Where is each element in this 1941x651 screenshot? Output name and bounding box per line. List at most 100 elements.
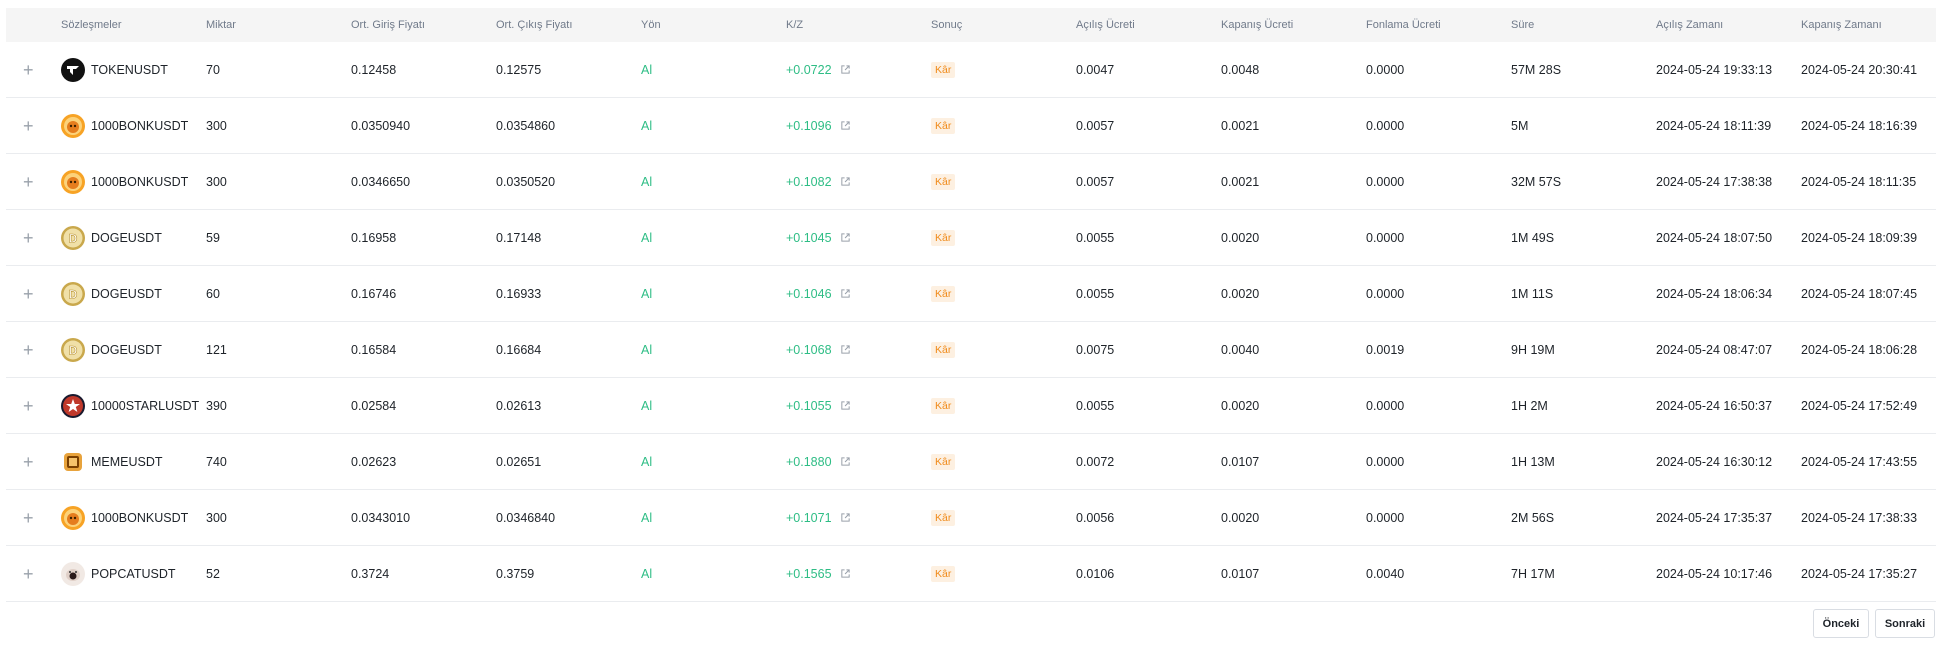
expand-row-button[interactable]: + (6, 509, 61, 527)
external-link-icon[interactable] (840, 456, 851, 467)
pnl-cell: +0.1096 (786, 119, 931, 133)
open-fee-cell: 0.0055 (1076, 286, 1115, 301)
side-cell: Al (641, 62, 653, 77)
side-cell: Al (641, 510, 653, 525)
column-header-funding-fee: Fonlama Ücreti (1366, 19, 1441, 31)
previous-page-button[interactable]: Önceki (1813, 609, 1869, 638)
duration-cell: 2M 56S (1511, 510, 1555, 525)
contract-symbol: 10000STARLUSDT (91, 398, 200, 413)
table-row[interactable]: + MEMEUSDT 740 0.02623 0.02651 Al +0.188… (6, 434, 1936, 490)
duration-cell: 1M 11S (1511, 286, 1554, 301)
external-link-icon[interactable] (840, 232, 851, 243)
open-fee-cell: 0.0055 (1076, 230, 1115, 245)
result-cell: Kâr (931, 453, 1076, 470)
external-link-icon[interactable] (840, 120, 851, 131)
external-link-icon[interactable] (840, 288, 851, 299)
pagination: Önceki Sonraki (1813, 609, 1935, 638)
side-cell: Al (641, 174, 653, 189)
result-cell: Kâr (931, 61, 1076, 78)
doge-coin-icon: D (61, 281, 85, 306)
table-row[interactable]: + 1000BONKUSDT 300 0.0346650 0.0350520 A… (6, 154, 1936, 210)
column-header-open-time: Açılış Zamanı (1656, 19, 1724, 31)
open-fee-cell: 0.0106 (1076, 566, 1115, 581)
result-cell: Kâr (931, 117, 1076, 134)
avg-exit-price-cell: 0.17148 (496, 230, 542, 245)
expand-row-button[interactable]: + (6, 341, 61, 359)
doge-coin-icon: D (61, 337, 85, 362)
pnl-cell: +0.1880 (786, 455, 931, 469)
profit-badge: Kâr (931, 117, 956, 134)
expand-row-button[interactable]: + (6, 117, 61, 135)
svg-text:D: D (69, 343, 78, 357)
external-link-icon[interactable] (840, 344, 851, 355)
table-row[interactable]: + 10000STARLUSDT 390 0.02584 0.02613 Al … (6, 378, 1936, 434)
contract-cell: D DOGEUSDT (61, 281, 206, 306)
close-fee-cell: 0.0020 (1221, 230, 1260, 245)
expand-row-button[interactable]: + (6, 565, 61, 583)
result-cell: Kâr (931, 229, 1076, 246)
pnl-value: +0.0722 (786, 62, 832, 77)
bonk-coin-icon (61, 505, 85, 530)
expand-row-button[interactable]: + (6, 61, 61, 79)
column-header-pnl: K/Z (786, 19, 804, 31)
pnl-value: +0.1096 (786, 118, 832, 133)
table-row[interactable]: + 1000BONKUSDT 300 0.0343010 0.0346840 A… (6, 490, 1936, 546)
contract-symbol: 1000BONKUSDT (91, 510, 189, 525)
svg-text:D: D (69, 231, 78, 245)
contract-cell: POPCATUSDT (61, 561, 206, 586)
open-time-cell: 2024-05-24 19:33:13 (1656, 62, 1773, 77)
expand-row-button[interactable]: + (6, 397, 61, 415)
side-cell: Al (641, 230, 653, 245)
table-row[interactable]: + 1000BONKUSDT 300 0.0350940 0.0354860 A… (6, 98, 1936, 154)
column-header-avg-exit-price: Ort. Çıkış Fiyatı (496, 19, 573, 31)
avg-entry-price-cell: 0.16584 (351, 342, 397, 357)
close-time-cell: 2024-05-24 18:16:39 (1801, 118, 1918, 133)
table-row[interactable]: + D DOGEUSDT 121 0.16584 0.16684 Al +0.1… (6, 322, 1936, 378)
trade-history-table: Sözleşmeler Miktar Ort. Giriş Fiyatı Ort. Ç… (6, 8, 1936, 602)
close-fee-cell: 0.0107 (1221, 566, 1260, 581)
profit-badge: Kâr (931, 173, 956, 190)
duration-cell: 1M 49S (1511, 230, 1555, 245)
avg-entry-price-cell: 0.0343010 (351, 510, 411, 525)
bonk-coin-icon (61, 113, 85, 138)
pnl-cell: +0.1565 (786, 567, 931, 581)
close-time-cell: 2024-05-24 17:43:55 (1801, 454, 1918, 469)
profit-badge: Kâr (931, 453, 956, 470)
profit-badge: Kâr (931, 341, 956, 358)
expand-row-button[interactable]: + (6, 285, 61, 303)
close-time-cell: 2024-05-24 18:11:35 (1801, 174, 1917, 189)
expand-row-button[interactable]: + (6, 453, 61, 471)
contract-cell: 1000BONKUSDT (61, 505, 206, 530)
column-header-quantity: Miktar (206, 19, 236, 31)
table-row[interactable]: + POPCATUSDT 52 0.3724 0.3759 Al +0.1565… (6, 546, 1936, 602)
table-header: Sözleşmeler Miktar Ort. Giriş Fiyatı Ort. Ç… (6, 8, 1936, 42)
close-fee-cell: 0.0021 (1221, 174, 1260, 189)
table-row[interactable]: + D DOGEUSDT 59 0.16958 0.17148 Al +0.10… (6, 210, 1936, 266)
close-fee-cell: 0.0048 (1221, 62, 1260, 77)
side-cell: Al (641, 566, 653, 581)
external-link-icon[interactable] (840, 400, 851, 411)
contract-cell: 1000BONKUSDT (61, 113, 206, 138)
pnl-cell: +0.0722 (786, 63, 931, 77)
table-row[interactable]: + D DOGEUSDT 60 0.16746 0.16933 Al +0.10… (6, 266, 1936, 322)
close-time-cell: 2024-05-24 20:30:41 (1801, 62, 1918, 77)
open-time-cell: 2024-05-24 18:07:50 (1656, 230, 1773, 245)
external-link-icon[interactable] (840, 64, 851, 75)
column-header-side: Yön (641, 19, 661, 31)
pnl-value: +0.1880 (786, 454, 832, 469)
expand-row-button[interactable]: + (6, 229, 61, 247)
external-link-icon[interactable] (840, 512, 851, 523)
pnl-cell: +0.1045 (786, 231, 931, 245)
open-fee-cell: 0.0047 (1076, 62, 1115, 77)
table-row[interactable]: + TOKENUSDT 70 0.12458 0.12575 Al +0.072… (6, 42, 1936, 98)
close-fee-cell: 0.0020 (1221, 398, 1260, 413)
external-link-icon[interactable] (840, 568, 851, 579)
quantity-cell: 60 (206, 286, 220, 301)
next-page-button[interactable]: Sonraki (1875, 609, 1935, 638)
expand-row-button[interactable]: + (6, 173, 61, 191)
open-time-cell: 2024-05-24 18:06:34 (1656, 286, 1773, 301)
external-link-icon[interactable] (840, 176, 851, 187)
close-fee-cell: 0.0020 (1221, 510, 1260, 525)
profit-badge: Kâr (931, 61, 956, 78)
quantity-cell: 300 (206, 510, 227, 525)
